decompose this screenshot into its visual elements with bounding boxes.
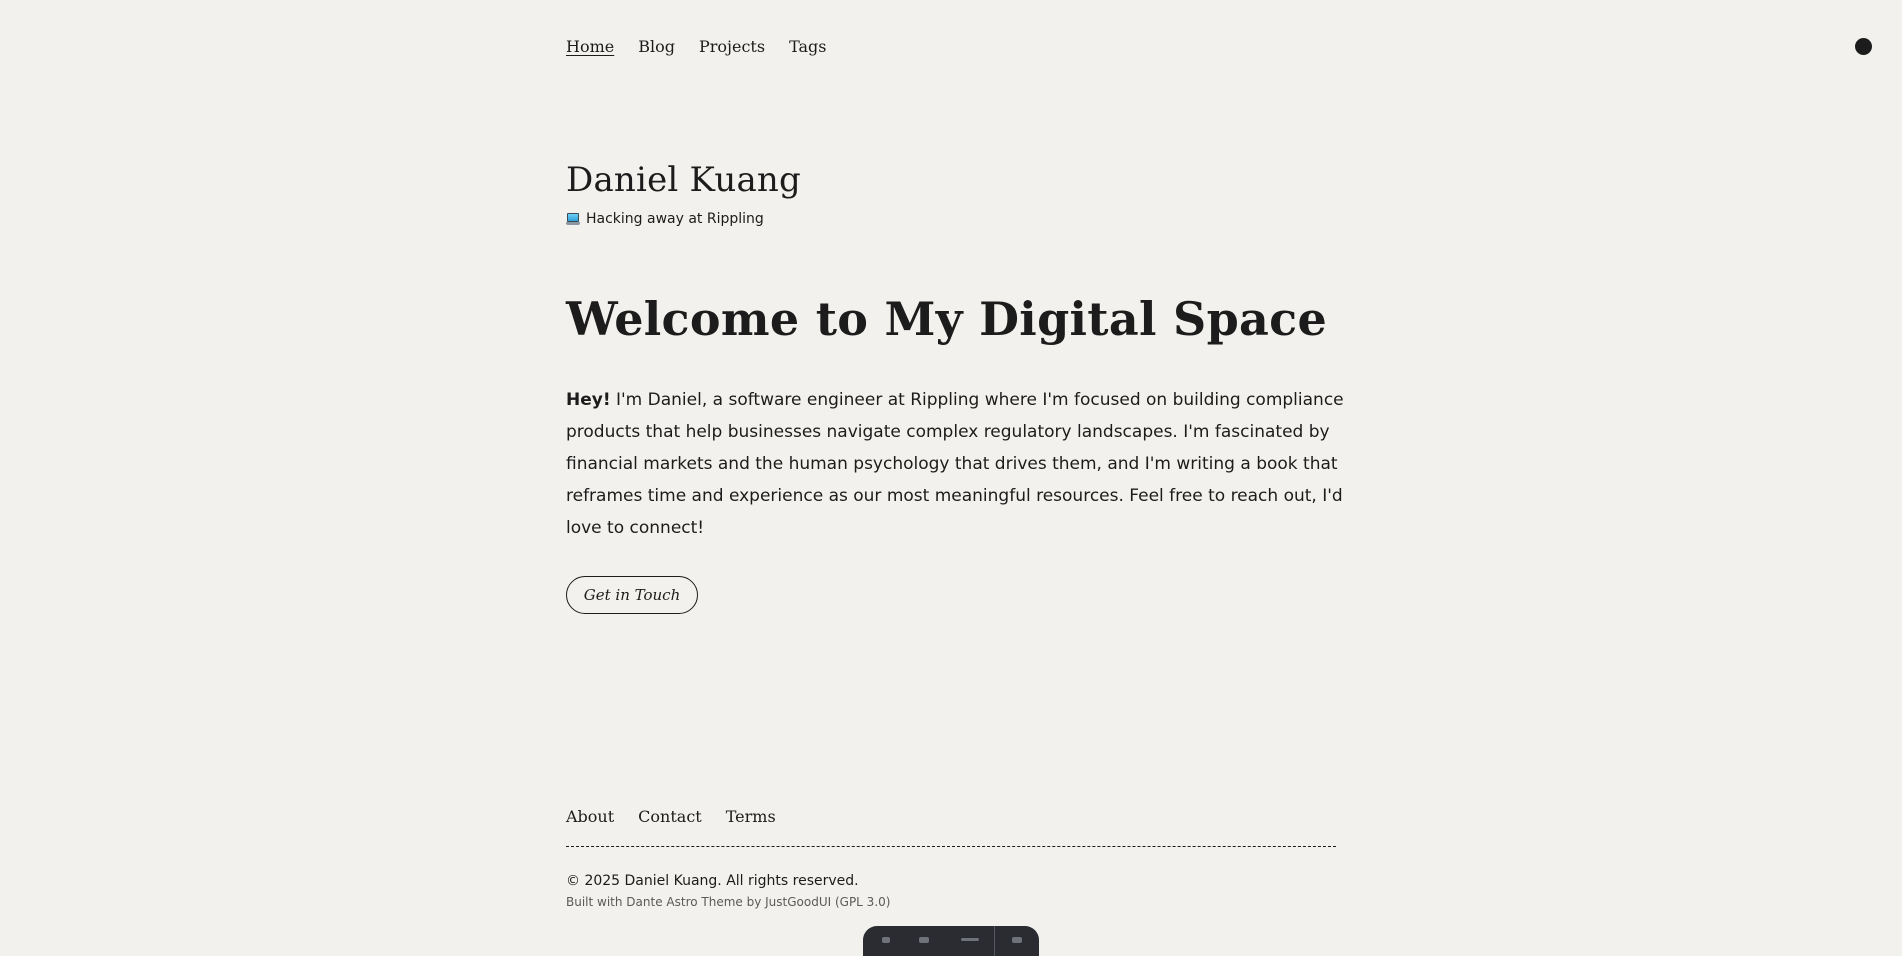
nav-projects-link[interactable]: Projects	[699, 37, 765, 57]
theme-toggle-icon[interactable]	[1855, 38, 1872, 55]
main-nav: Home Blog Projects Tags	[566, 37, 826, 57]
toolbar-settings-icon[interactable]	[1012, 937, 1022, 943]
page-title: Welcome to My Digital Space	[566, 292, 1328, 346]
toolbar-separator	[994, 926, 995, 956]
intro-paragraph: Hey! I'm Daniel, a software engineer at …	[566, 384, 1346, 544]
toolbar-tool-icon[interactable]	[882, 937, 890, 943]
footer-about-link[interactable]: About	[566, 807, 614, 827]
tagline-text: Hacking away at Rippling	[586, 211, 764, 227]
site-name: Daniel Kuang	[566, 160, 801, 200]
toolbar-inspect-icon[interactable]	[919, 937, 929, 943]
intro-lead: Hey!	[566, 390, 611, 410]
nav-tags-link[interactable]: Tags	[789, 37, 826, 57]
laptop-icon	[566, 213, 580, 225]
nav-home-link[interactable]: Home	[566, 37, 614, 57]
footer-contact-link[interactable]: Contact	[638, 807, 702, 827]
get-in-touch-button[interactable]: Get in Touch	[566, 576, 698, 614]
copyright-text: © 2025 Daniel Kuang. All rights reserved…	[566, 873, 859, 889]
tagline: Hacking away at Rippling	[566, 209, 764, 229]
nav-blog-link[interactable]: Blog	[638, 37, 675, 57]
floating-toolbar[interactable]	[863, 926, 1039, 956]
toolbar-menu-icon[interactable]	[961, 938, 979, 941]
intro-body: I'm Daniel, a software engineer at Rippl…	[566, 390, 1344, 538]
credits-text: Built with Dante Astro Theme by JustGood…	[566, 895, 891, 909]
footer-divider	[566, 846, 1336, 847]
footer-terms-link[interactable]: Terms	[726, 807, 776, 827]
footer-nav: About Contact Terms	[566, 807, 776, 827]
